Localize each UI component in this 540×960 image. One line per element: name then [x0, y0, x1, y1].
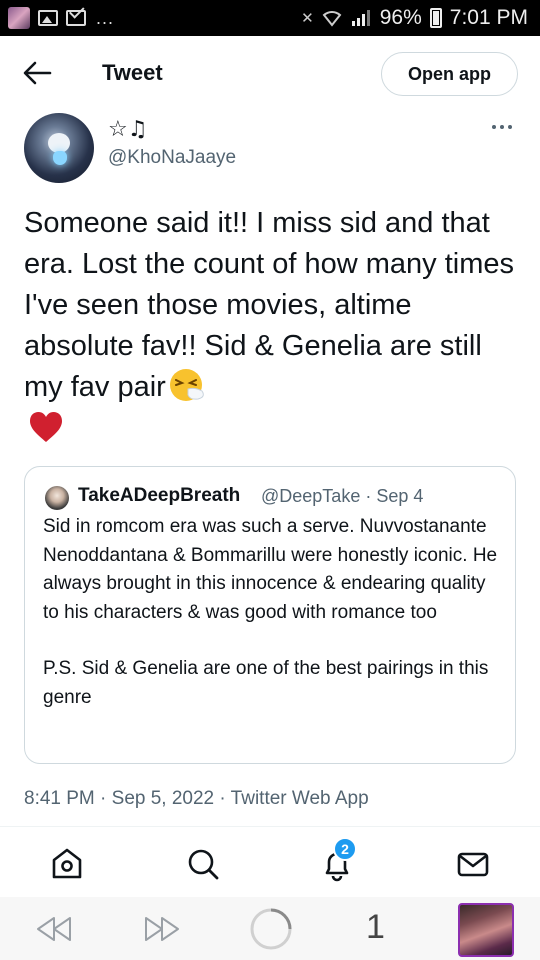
quoted-author-name: TakeADeepBreath	[78, 485, 241, 506]
open-app-button[interactable]: Open app	[381, 52, 518, 96]
tweet-text-content: Someone said it!! I miss sid and that er…	[24, 207, 515, 403]
tweet-time-date-link[interactable]: 8:41 PM · Sep 5, 2022	[24, 788, 214, 809]
bottom-navigation	[0, 827, 540, 897]
mute-icon: ✕	[301, 10, 314, 27]
tab-count-button[interactable]: 1	[366, 908, 385, 947]
quoted-author-avatar	[45, 486, 69, 510]
nav-search-button[interactable]	[184, 845, 222, 883]
quoted-author-meta: @DeepTake · Sep 4	[261, 486, 424, 506]
battery-percentage: 96%	[379, 6, 422, 29]
more-options-button[interactable]	[492, 120, 518, 134]
loading-spinner-icon	[250, 908, 292, 950]
search-icon	[188, 849, 219, 880]
tweet-source: Twitter Web App	[230, 788, 369, 809]
notification-thumbnail-icon	[8, 7, 30, 29]
back-button[interactable]	[22, 60, 52, 86]
quoted-tweet-paragraph: P.S. Sid & Genelia are one of the best p…	[43, 658, 489, 708]
more-notifications-indicator: ...	[96, 7, 115, 28]
arrow-left-icon	[23, 61, 52, 85]
battery-icon	[429, 8, 442, 28]
quoted-tweet-text: Sid in romcom era was such a serve. Nuvv…	[43, 513, 505, 712]
author-display-name[interactable]: ☆♫	[108, 117, 147, 142]
image-notification-icon	[38, 10, 58, 26]
tweet-timestamp: 8:41 PM · Sep 5, 2022 · Twitter Web App	[24, 788, 369, 810]
red-heart-emoji-icon	[30, 412, 62, 442]
more-horizontal-icon	[492, 125, 496, 129]
quoted-tweet-card[interactable]: TakeADeepBreath @DeepTake · Sep 4 Sid in…	[24, 466, 516, 764]
header: Tweet Open app	[0, 36, 540, 110]
signal-icon	[351, 10, 370, 26]
mail-icon	[457, 852, 489, 877]
tweet-text: Someone said it!! I miss sid and that er…	[24, 203, 518, 408]
mail-notification-icon	[66, 10, 86, 26]
clock: 7:01 PM	[449, 6, 528, 29]
author-handle[interactable]: @KhoNaJaaye	[108, 147, 236, 169]
rewind-icon	[37, 917, 71, 941]
sneezing-face-emoji-icon	[168, 367, 208, 403]
browser-menu-thumbnail[interactable]	[458, 903, 514, 957]
wifi-icon	[322, 11, 342, 27]
timestamp-separator: ·	[214, 788, 231, 809]
browser-back-button[interactable]	[34, 914, 74, 949]
browser-forward-button[interactable]	[142, 914, 182, 949]
nav-messages-button[interactable]	[454, 845, 492, 883]
notifications-badge: 2	[333, 837, 357, 861]
home-icon	[52, 848, 82, 879]
author-avatar[interactable]	[24, 113, 94, 183]
fast-forward-icon	[145, 917, 179, 941]
status-bar: ... ✕ 96% 7:01 PM	[0, 0, 540, 36]
quoted-tweet-paragraph: Sid in romcom era was such a serve. Nuvv…	[43, 516, 498, 623]
nav-home-button[interactable]	[48, 845, 86, 883]
browser-reload-button[interactable]	[248, 906, 294, 957]
page-title: Tweet	[102, 60, 163, 85]
